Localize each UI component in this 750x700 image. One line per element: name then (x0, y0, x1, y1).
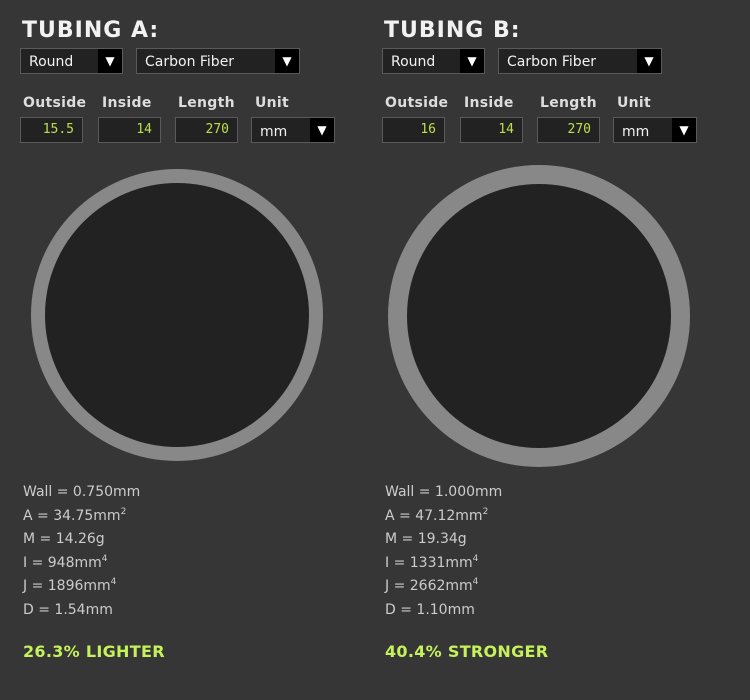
tubing-b-panel: TUBING B: Round ▼ Carbon Fiber ▼ Outside… (362, 0, 722, 700)
shape-value: Round (391, 54, 436, 70)
deflection-stat: D = 1.54mm (23, 601, 113, 618)
moment-i-stat: I = 1331mm4 (385, 553, 479, 571)
area-stat: A = 47.12mm2 (385, 506, 489, 524)
outside-input[interactable]: 15.5 (20, 117, 83, 143)
mass-stat: M = 14.26g (23, 531, 105, 547)
length-label: Length (540, 95, 597, 111)
tube-bore (407, 184, 671, 448)
tube-bore (45, 183, 309, 447)
tubing-b-title: TUBING B: (384, 18, 521, 43)
length-input[interactable]: 270 (175, 117, 238, 143)
material-value: Carbon Fiber (507, 54, 597, 70)
tubing-a-result: 26.3% LIGHTER (23, 642, 165, 661)
outside-label: Outside (385, 95, 449, 111)
chevron-down-icon[interactable]: ▼ (275, 49, 299, 73)
wall-stat: Wall = 1.000mm (385, 484, 503, 500)
unit-label: Unit (255, 95, 290, 111)
outside-input[interactable]: 16 (382, 117, 445, 143)
tubing-b-shape-select[interactable]: Round ▼ (382, 48, 485, 74)
tubing-a-material-select[interactable]: Carbon Fiber ▼ (136, 48, 300, 74)
tubing-b-stats: Wall = 1.000mm A = 47.12mm2 M = 19.34g I… (385, 481, 502, 622)
length-input[interactable]: 270 (537, 117, 600, 143)
inside-label: Inside (464, 95, 514, 111)
mass-stat: M = 19.34g (385, 531, 467, 547)
chevron-down-icon[interactable]: ▼ (98, 49, 122, 73)
chevron-down-icon[interactable]: ▼ (672, 118, 696, 142)
tubing-a-unit-select[interactable]: mm ▼ (251, 117, 335, 143)
chevron-down-icon[interactable]: ▼ (310, 118, 334, 142)
tubing-b-cross-section (388, 165, 690, 467)
tubing-b-result: 40.4% STRONGER (385, 642, 549, 661)
moment-i-stat: I = 948mm4 (23, 553, 108, 571)
chevron-down-icon[interactable]: ▼ (460, 49, 484, 73)
unit-label: Unit (617, 95, 652, 111)
tubing-a-panel: TUBING A: Round ▼ Carbon Fiber ▼ Outside… (0, 0, 360, 700)
material-value: Carbon Fiber (145, 54, 235, 70)
tubing-a-title: TUBING A: (22, 18, 160, 43)
length-label: Length (178, 95, 235, 111)
chevron-down-icon[interactable]: ▼ (637, 49, 661, 73)
shape-value: Round (29, 54, 74, 70)
wall-stat: Wall = 0.750mm (23, 484, 141, 500)
deflection-stat: D = 1.10mm (385, 601, 475, 618)
area-stat: A = 34.75mm2 (23, 506, 127, 524)
moment-j-stat: J = 1896mm4 (23, 577, 117, 595)
unit-value: mm (260, 124, 288, 140)
moment-j-stat: J = 2662mm4 (385, 577, 479, 595)
tubing-a-shape-select[interactable]: Round ▼ (20, 48, 123, 74)
tubing-a-stats: Wall = 0.750mm A = 34.75mm2 M = 14.26g I… (23, 481, 140, 622)
tubing-a-cross-section (31, 169, 323, 461)
outside-label: Outside (23, 95, 87, 111)
inside-input[interactable]: 14 (460, 117, 523, 143)
inside-label: Inside (102, 95, 152, 111)
unit-value: mm (622, 124, 650, 140)
inside-input[interactable]: 14 (98, 117, 161, 143)
tubing-b-unit-select[interactable]: mm ▼ (613, 117, 697, 143)
tubing-b-material-select[interactable]: Carbon Fiber ▼ (498, 48, 662, 74)
